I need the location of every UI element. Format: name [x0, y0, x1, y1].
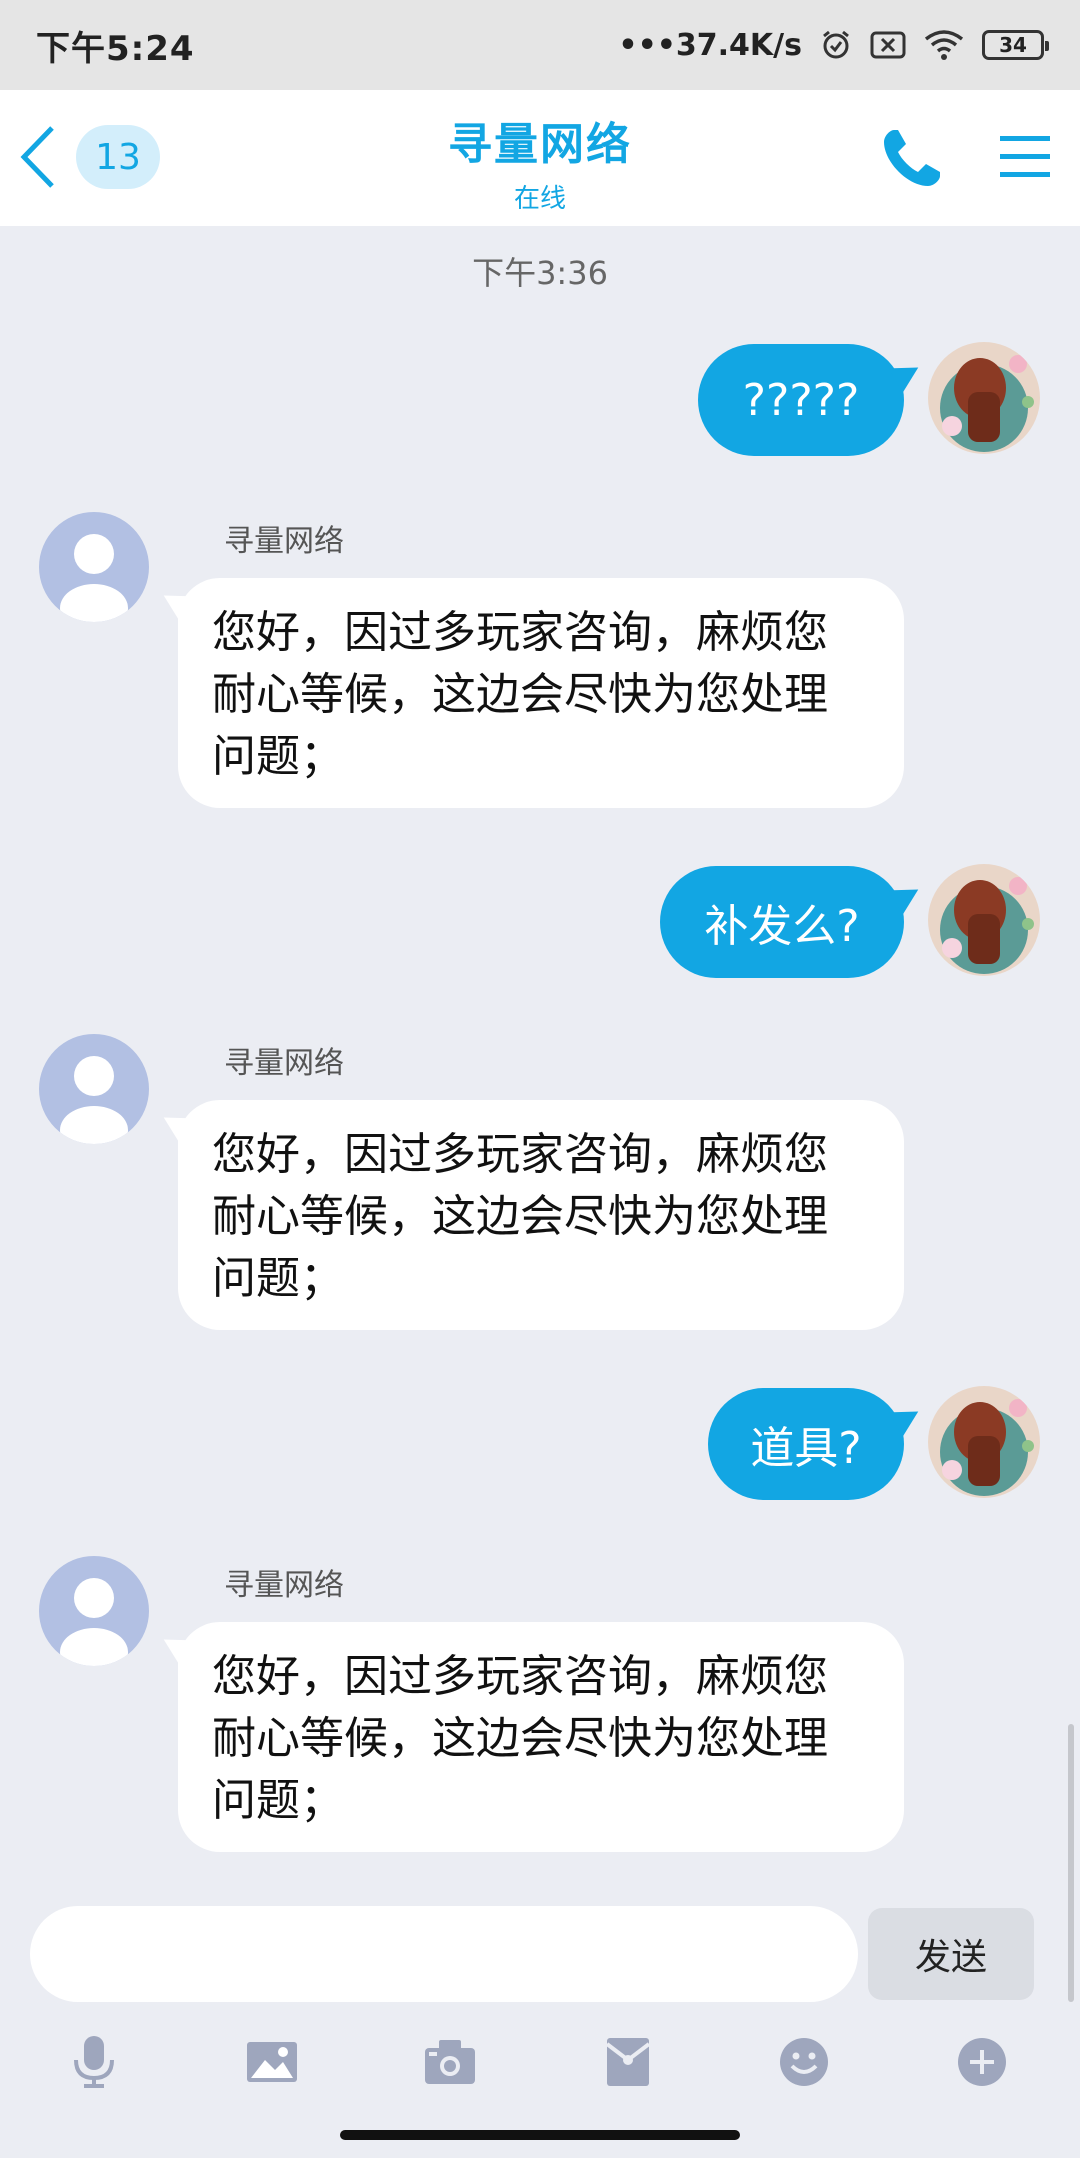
chat-scrollbar[interactable] [1068, 1724, 1074, 2002]
wifi-icon [924, 29, 964, 61]
emoji-button[interactable] [772, 2030, 836, 2094]
contact-avatar[interactable] [39, 1556, 149, 1666]
avatar-image-icon [928, 864, 1040, 976]
message-line: 耐心等候，这边会尽快为您处理 [212, 669, 828, 720]
network-speed: •••37.4K/s [618, 27, 802, 63]
message-line: 您好，因过多玩家咨询，麻烦您 [212, 1651, 828, 1702]
home-indicator[interactable] [340, 2130, 740, 2140]
default-avatar-icon [60, 1056, 128, 1144]
message-timestamp: 下午3:36 [472, 254, 608, 292]
input-toolbar [0, 2010, 1080, 2110]
red-packet-icon [605, 2038, 651, 2086]
incoming-message-bubble[interactable]: 您好，因过多玩家咨询，麻烦您 耐心等候，这边会尽快为您处理 问题； [178, 1100, 904, 1330]
red-packet-button[interactable] [596, 2030, 660, 2094]
incoming-message-bubble[interactable]: 您好，因过多玩家咨询，麻烦您 耐心等候，这边会尽快为您处理 问题； [178, 578, 904, 808]
camera-button[interactable] [418, 2030, 482, 2094]
send-button[interactable]: 发送 [868, 1908, 1034, 2000]
menu-icon [1000, 136, 1050, 177]
status-bar: 下午5:24 •••37.4K/s 34 [0, 0, 1080, 90]
battery-icon: 34 [982, 30, 1049, 60]
default-avatar-icon [60, 1578, 128, 1666]
battery-level: 34 [999, 33, 1027, 57]
user-avatar[interactable] [928, 1386, 1040, 1498]
message-line: 问题； [212, 731, 344, 782]
default-avatar-icon [60, 534, 128, 622]
emoji-icon [780, 2038, 828, 2086]
chat-header: 13 寻量网络 在线 [0, 90, 1080, 226]
voice-button[interactable] [62, 2030, 126, 2094]
message-line: 您好，因过多玩家咨询，麻烦您 [212, 1129, 828, 1180]
message-input[interactable] [30, 1906, 858, 2002]
avatar-image-icon [928, 1386, 1040, 1498]
image-icon [247, 2042, 297, 2082]
contact-avatar[interactable] [39, 512, 149, 622]
microphone-icon [74, 2036, 114, 2088]
sender-name: 寻量网络 [224, 1568, 344, 1603]
alarm-icon [820, 29, 852, 61]
status-time: 下午5:24 [36, 28, 195, 69]
phone-icon [884, 130, 940, 186]
camera-icon [425, 2040, 475, 2084]
sender-name: 寻量网络 [224, 524, 344, 559]
message-line: 耐心等候，这边会尽快为您处理 [212, 1713, 828, 1764]
image-button[interactable] [240, 2030, 304, 2094]
menu-button[interactable] [998, 132, 1052, 182]
message-line: 您好，因过多玩家咨询，麻烦您 [212, 607, 828, 658]
more-button[interactable] [950, 2030, 1014, 2094]
message-line: 问题； [212, 1775, 344, 1826]
outgoing-message-bubble[interactable]: 补发么? [660, 866, 904, 978]
status-icons: •••37.4K/s 34 [618, 27, 1049, 63]
sim-off-icon [870, 31, 906, 59]
message-line: 问题； [212, 1253, 344, 1304]
outgoing-message-bubble[interactable]: 道具? [708, 1388, 904, 1500]
call-button[interactable] [880, 126, 944, 190]
user-avatar[interactable] [928, 342, 1040, 454]
user-avatar[interactable] [928, 864, 1040, 976]
outgoing-message-bubble[interactable]: ????? [698, 344, 904, 456]
contact-avatar[interactable] [39, 1034, 149, 1144]
sender-name: 寻量网络 [224, 1046, 344, 1081]
message-line: 耐心等候，这边会尽快为您处理 [212, 1191, 828, 1242]
incoming-message-bubble[interactable]: 您好，因过多玩家咨询，麻烦您 耐心等候，这边会尽快为您处理 问题； [178, 1622, 904, 1852]
plus-icon [958, 2038, 1006, 2086]
avatar-image-icon [928, 342, 1040, 454]
